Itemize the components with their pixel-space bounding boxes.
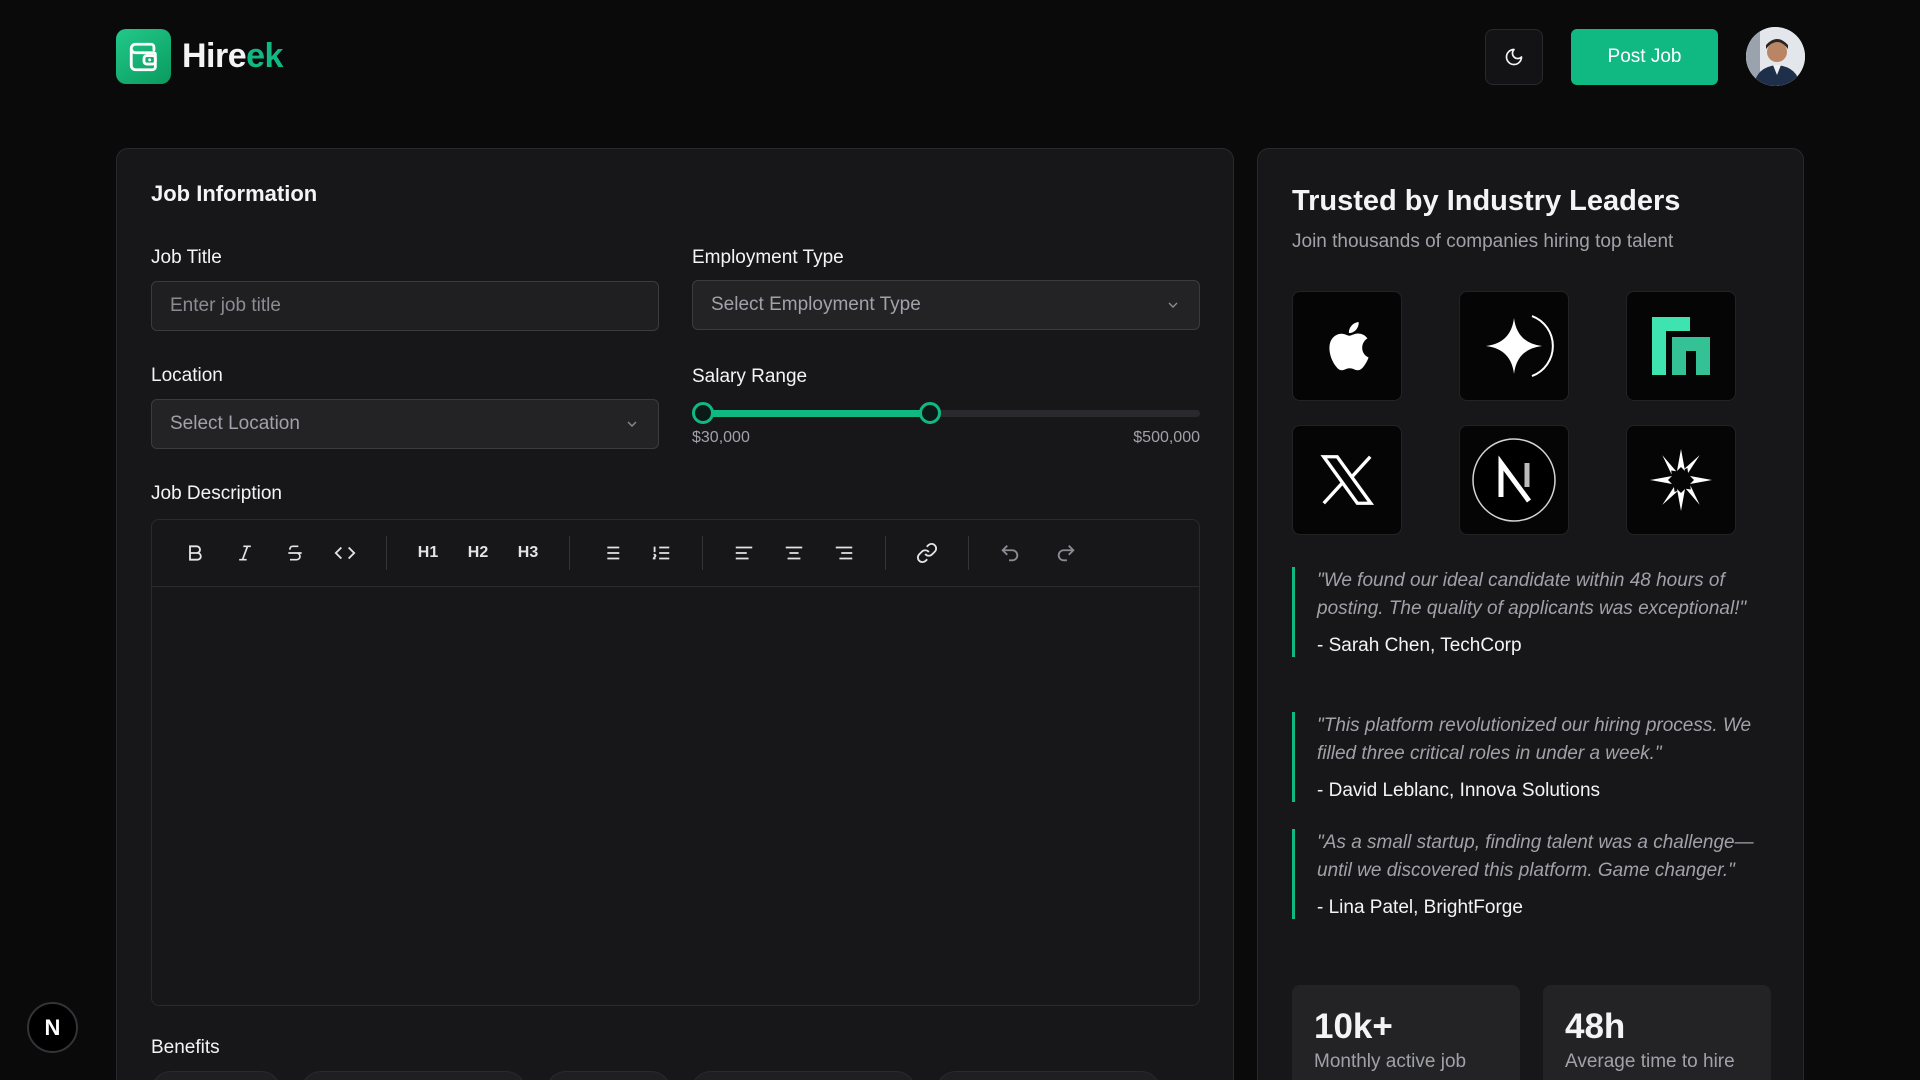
user-avatar[interactable]	[1746, 27, 1805, 86]
slider-max-handle[interactable]	[918, 402, 941, 424]
nextjs-devtools-button[interactable]: N	[27, 1002, 78, 1053]
slider-min-handle[interactable]	[692, 402, 714, 424]
benefit-chip[interactable]	[151, 1071, 281, 1080]
stat-label: Monthly active job	[1314, 1051, 1467, 1072]
top-navbar: Hireek Post Job	[0, 0, 1920, 115]
testimonial-quote: "As a small startup, finding talent was …	[1317, 832, 1754, 881]
wallet-icon	[116, 29, 171, 84]
heading1-icon[interactable]: H1	[403, 533, 453, 573]
job-title-input[interactable]	[170, 295, 640, 317]
italic-icon[interactable]	[220, 533, 270, 573]
benefit-chip[interactable]	[546, 1071, 671, 1080]
salary-range-label: Salary Range	[692, 366, 808, 387]
n-block-logo-icon	[1626, 291, 1736, 401]
apple-logo-icon	[1292, 291, 1402, 401]
location-label: Location	[151, 365, 223, 386]
testimonial: "As a small startup, finding talent was …	[1292, 829, 1772, 919]
brand-logo[interactable]: Hireek	[116, 29, 283, 84]
bold-icon[interactable]	[170, 533, 220, 573]
benefit-chip[interactable]	[301, 1071, 526, 1080]
benefit-chip[interactable]	[691, 1071, 916, 1080]
testimonial-quote: "We found our ideal candidate within 48 …	[1317, 570, 1747, 619]
employment-type-select[interactable]: Select Employment Type	[692, 280, 1200, 330]
editor-toolbar: H1 H2 H3	[152, 520, 1199, 587]
job-title-field[interactable]	[151, 281, 659, 331]
company-logo-grid	[1292, 291, 1736, 535]
toolbar-divider	[885, 536, 886, 570]
benefit-chips	[151, 1071, 1161, 1080]
benefit-chip[interactable]	[936, 1071, 1161, 1080]
side-title: Trusted by Industry Leaders	[1292, 185, 1681, 217]
align-center-icon[interactable]	[769, 533, 819, 573]
rich-text-editor: H1 H2 H3	[151, 519, 1200, 1006]
burst-logo-icon	[1626, 425, 1736, 535]
toolbar-divider	[569, 536, 570, 570]
undo-icon[interactable]	[985, 533, 1035, 573]
testimonial: "We found our ideal candidate within 48 …	[1292, 567, 1772, 657]
bullet-list-icon[interactable]	[586, 533, 636, 573]
moon-icon	[1505, 48, 1523, 66]
align-right-icon[interactable]	[819, 533, 869, 573]
stat-label: Average time to hire	[1565, 1051, 1735, 1072]
stat-value: 48h	[1565, 1007, 1626, 1046]
salary-range-slider[interactable]	[692, 402, 1200, 424]
employment-type-label: Employment Type	[692, 247, 844, 268]
h3-label: H3	[517, 544, 539, 561]
salary-min-label: $30,000	[692, 429, 750, 446]
job-description-label: Job Description	[151, 483, 282, 504]
n-circle-logo-icon	[1459, 425, 1569, 535]
h2-label: H2	[467, 544, 489, 561]
h1-label: H1	[417, 544, 439, 561]
testimonial-author: - Sarah Chen, TechCorp	[1317, 635, 1522, 656]
heading2-icon[interactable]: H2	[453, 533, 503, 573]
editor-content-area[interactable]	[152, 587, 1199, 1005]
heading3-icon[interactable]: H3	[503, 533, 553, 573]
stat-value: 10k+	[1314, 1007, 1393, 1046]
brand-name: Hireek	[182, 37, 283, 76]
redo-icon[interactable]	[1041, 533, 1091, 573]
employment-type-placeholder: Select Employment Type	[711, 294, 921, 315]
brand-name-part2: ek	[246, 37, 283, 75]
toolbar-divider	[386, 536, 387, 570]
brand-name-part1: Hire	[182, 37, 247, 75]
stat-card: 10k+ Monthly active job	[1292, 985, 1520, 1080]
sparkle-logo-icon	[1459, 291, 1569, 401]
link-icon[interactable]	[902, 533, 952, 573]
testimonial-quote: "This platform revolutionized our hiring…	[1317, 715, 1752, 764]
testimonial: "This platform revolutionized our hiring…	[1292, 712, 1772, 802]
toolbar-divider	[702, 536, 703, 570]
job-title-label: Job Title	[151, 247, 222, 268]
side-subtitle: Join thousands of companies hiring top t…	[1292, 231, 1674, 252]
section-title: Job Information	[151, 181, 318, 206]
location-select[interactable]: Select Location	[151, 399, 659, 449]
chevron-down-icon	[627, 421, 637, 427]
salary-max-label: $500,000	[1133, 429, 1200, 446]
testimonial-author: - Lina Patel, BrightForge	[1317, 897, 1523, 918]
toolbar-divider	[968, 536, 969, 570]
align-left-icon[interactable]	[719, 533, 769, 573]
code-icon[interactable]	[320, 533, 370, 573]
testimonial-author: - David Leblanc, Innova Solutions	[1317, 780, 1601, 801]
post-job-button[interactable]: Post Job	[1571, 29, 1718, 85]
slider-fill	[703, 410, 930, 417]
theme-toggle-button[interactable]	[1485, 29, 1543, 85]
stat-card: 48h Average time to hire	[1543, 985, 1771, 1080]
strikethrough-icon[interactable]	[270, 533, 320, 573]
location-placeholder: Select Location	[170, 413, 300, 434]
numbered-list-icon[interactable]	[636, 533, 686, 573]
benefits-label: Benefits	[151, 1037, 220, 1058]
job-form-card: Job Information Job Title Employment Typ…	[116, 148, 1234, 1080]
chevron-down-icon	[1168, 302, 1178, 308]
x-logo-icon	[1292, 425, 1402, 535]
trusted-by-card: Trusted by Industry Leaders Join thousan…	[1257, 148, 1804, 1080]
